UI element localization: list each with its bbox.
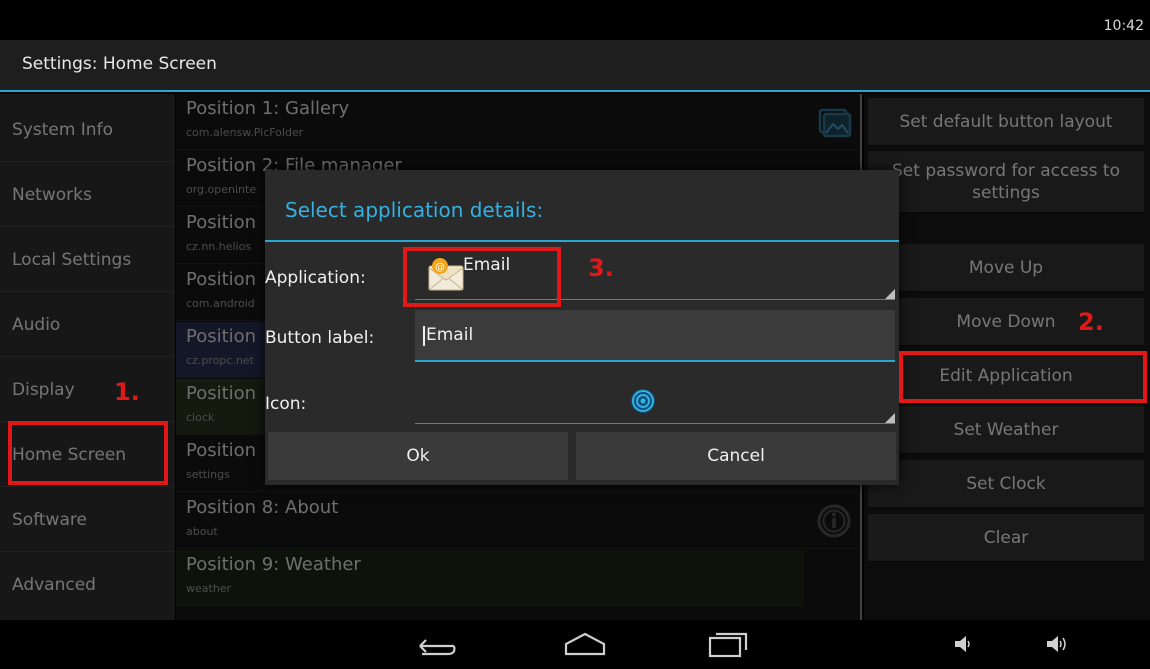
- recents-icon[interactable]: [706, 630, 750, 658]
- highlight-application-field: [403, 247, 561, 307]
- ok-button[interactable]: Ok: [268, 432, 568, 480]
- select-application-dialog: Select application details: Application:…: [265, 170, 899, 485]
- button-label-value: Email: [426, 325, 474, 345]
- highlight-edit-application: [899, 351, 1147, 403]
- volume-up-icon[interactable]: [1044, 634, 1070, 654]
- icon-label: Icon:: [265, 394, 307, 414]
- spinner-arrow-icon: [885, 289, 895, 299]
- icon-spinner[interactable]: [415, 374, 895, 424]
- step-1-label: 1.: [114, 378, 140, 406]
- status-bar: 10:42: [0, 0, 1150, 40]
- button-label-label: Button label:: [265, 328, 375, 348]
- dialog-title-divider: [265, 240, 899, 242]
- at-sign-icon: [631, 389, 655, 413]
- volume-down-icon[interactable]: [952, 634, 974, 654]
- back-icon[interactable]: [410, 634, 458, 656]
- status-clock: 10:42: [1103, 18, 1144, 34]
- page-title: Settings: Home Screen: [22, 54, 217, 74]
- text-cursor: [423, 326, 425, 346]
- cancel-button[interactable]: Cancel: [576, 432, 896, 480]
- dialog-title: Select application details:: [285, 198, 544, 222]
- action-bar: Settings: Home Screen: [0, 40, 1150, 92]
- navigation-bar: [0, 620, 1150, 669]
- step-3-label: 3.: [588, 254, 614, 282]
- spinner-arrow-icon: [885, 413, 895, 423]
- home-icon[interactable]: [562, 630, 608, 658]
- application-label: Application:: [265, 268, 366, 288]
- button-label-input[interactable]: Email: [415, 310, 895, 362]
- step-2-label: 2.: [1078, 308, 1104, 336]
- highlight-home-screen: [8, 421, 168, 485]
